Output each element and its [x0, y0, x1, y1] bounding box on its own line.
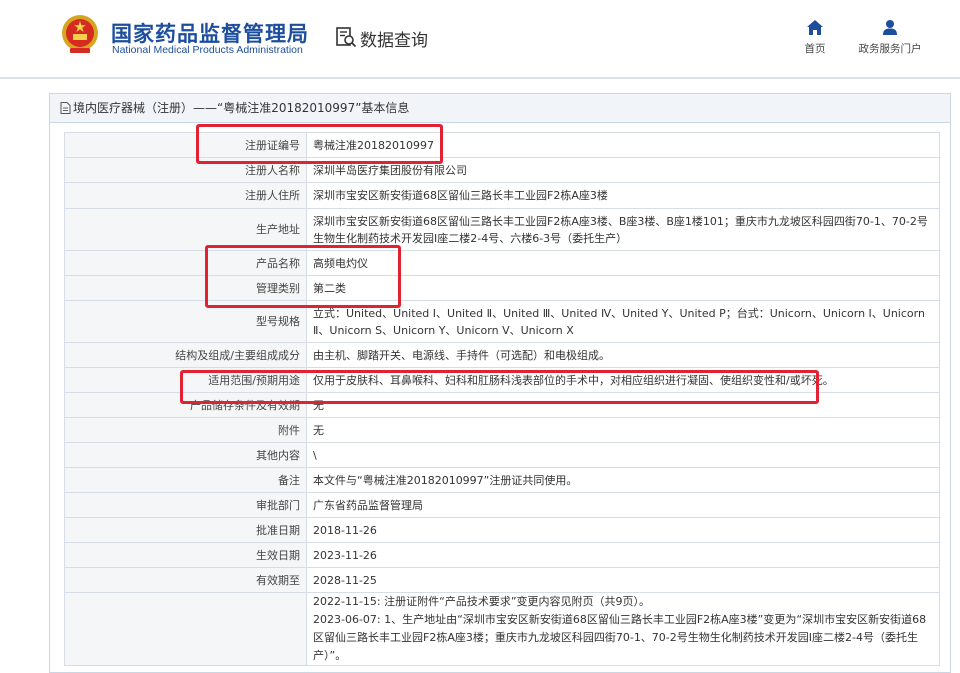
nav-home-label: 首页	[804, 43, 826, 55]
change-log: 2022-11-15: 注册证附件“产品技术要求”变更内容见附页（共9页）。 2…	[306, 592, 940, 666]
row-value: 深圳市宝安区新安街道68区留仙三路长丰工业园F2栋A座3楼、B座3楼、B座1楼1…	[306, 208, 940, 251]
table-row: 产品名称 高频电灼仪	[64, 250, 940, 276]
user-icon	[883, 20, 897, 35]
table-row: 生产地址 深圳市宝安区新安街道68区留仙三路长丰工业园F2栋A座3楼、B座3楼、…	[64, 208, 940, 251]
row-value: 立式：United、United Ⅰ、United Ⅱ、United Ⅲ、Uni…	[306, 300, 940, 343]
table-row: 备注 本文件与“粤械注准20182010997”注册证共同使用。	[64, 467, 940, 493]
row-value: 第二类	[306, 275, 940, 301]
row-label: 批准日期	[64, 517, 307, 543]
row-label: 审批部门	[64, 492, 307, 518]
row-value: 高频电灼仪	[306, 250, 940, 276]
change-log-entry: 2023-06-07: 1、生产地址由“深圳市宝安区新安街道68区留仙三路长丰工…	[313, 613, 927, 662]
row-value: 仅用于皮肤科、耳鼻喉科、妇科和肛肠科浅表部位的手术中，对相应组织进行凝固、使组织…	[306, 367, 940, 393]
row-label: 产品储存条件及有效期	[64, 392, 307, 418]
table-row: 注册证编号 粤械注准20182010997	[64, 132, 940, 158]
row-value: 2028-11-25	[306, 567, 940, 593]
row-value: 由主机、脚踏开关、电源线、手持件（可选配）和电极组成。	[306, 342, 940, 368]
table-row: 批准日期 2018-11-26	[64, 517, 940, 543]
national-emblem-icon	[62, 15, 98, 53]
table-row: 产品储存条件及有效期 无	[64, 392, 940, 418]
breadcrumb: 境内医疗器械（注册）——“粤械注准20182010997”基本信息	[50, 94, 950, 123]
table-row: 2022-11-15: 注册证附件“产品技术要求”变更内容见附页（共9页）。 2…	[64, 592, 940, 666]
row-label: 备注	[64, 467, 307, 493]
nav-portal-label: 政务服务门户	[858, 43, 922, 55]
change-log-label	[64, 592, 307, 666]
row-value: 无	[306, 392, 940, 418]
breadcrumb-text: 境内医疗器械（注册）——“粤械注准20182010997”基本信息	[73, 101, 410, 115]
row-label: 生产地址	[64, 208, 307, 251]
table-row: 适用范围/预期用途 仅用于皮肤科、耳鼻喉科、妇科和肛肠科浅表部位的手术中，对相应…	[64, 367, 940, 393]
change-log-entry: 2022-11-15: 注册证附件“产品技术要求”变更内容见附页（共9页）。	[313, 595, 651, 608]
row-value: 深圳市宝安区新安街道68区留仙三路长丰工业园F2栋A座3楼	[306, 182, 940, 209]
row-label: 结构及组成/主要组成成分	[64, 342, 307, 368]
row-value: 粤械注准20182010997	[306, 132, 940, 158]
table-row: 审批部门 广东省药品监督管理局	[64, 492, 940, 518]
org-name-en[interactable]: National Medical Products Administration	[112, 44, 303, 56]
row-label: 型号规格	[64, 300, 307, 343]
row-value: 广东省药品监督管理局	[306, 492, 940, 518]
row-label: 注册人住所	[64, 182, 307, 209]
data-query-link[interactable]: 数据查询	[360, 26, 428, 51]
table-row: 其他内容 \	[64, 442, 940, 468]
row-value: \	[306, 442, 940, 468]
table-row: 结构及组成/主要组成成分 由主机、脚踏开关、电源线、手持件（可选配）和电极组成。	[64, 342, 940, 368]
home-icon	[807, 20, 823, 35]
table-row: 附件 无	[64, 417, 940, 443]
table-row: 有效期至 2028-11-25	[64, 567, 940, 593]
registration-info-table: 注册证编号 粤械注准20182010997 注册人名称 深圳半岛医疗集团股份有限…	[64, 132, 940, 666]
row-label: 附件	[64, 417, 307, 443]
row-value: 2023-11-26	[306, 542, 940, 568]
data-query-icon[interactable]	[335, 26, 357, 48]
row-value: 无	[306, 417, 940, 443]
table-row: 注册人住所 深圳市宝安区新安街道68区留仙三路长丰工业园F2栋A座3楼	[64, 182, 940, 209]
row-label: 注册人名称	[64, 157, 307, 183]
site-header: 国家药品监督管理局 National Medical Products Admi…	[0, 0, 960, 79]
table-row: 注册人名称 深圳半岛医疗集团股份有限公司	[64, 157, 940, 183]
table-row: 管理类别 第二类	[64, 275, 940, 301]
row-value: 深圳半岛医疗集团股份有限公司	[306, 157, 940, 183]
row-label: 有效期至	[64, 567, 307, 593]
table-row: 型号规格 立式：United、United Ⅰ、United Ⅱ、United …	[64, 300, 940, 343]
row-value: 2018-11-26	[306, 517, 940, 543]
nav-home[interactable]: 首页	[798, 20, 832, 56]
row-label: 适用范围/预期用途	[64, 367, 307, 393]
row-label: 注册证编号	[64, 132, 307, 158]
row-value: 本文件与“粤械注准20182010997”注册证共同使用。	[306, 467, 940, 493]
row-label: 管理类别	[64, 275, 307, 301]
detail-panel: 境内医疗器械（注册）——“粤械注准20182010997”基本信息 注册证编号 …	[49, 93, 951, 673]
document-icon	[60, 102, 71, 114]
row-label: 产品名称	[64, 250, 307, 276]
row-label: 生效日期	[64, 542, 307, 568]
nav-service-portal[interactable]: 政务服务门户	[852, 20, 928, 56]
row-label: 其他内容	[64, 442, 307, 468]
table-row: 生效日期 2023-11-26	[64, 542, 940, 568]
